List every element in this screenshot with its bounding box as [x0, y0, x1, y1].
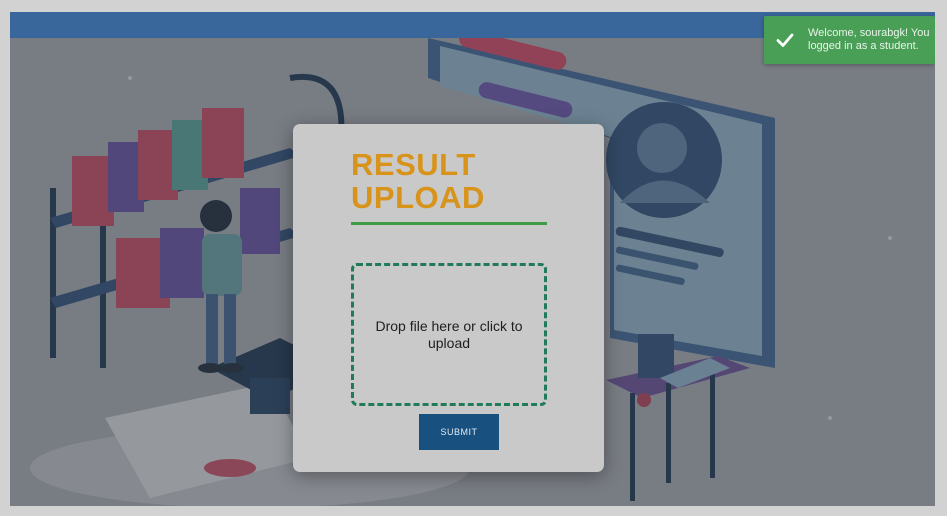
dropzone-label: Drop file here or click to upload	[375, 317, 523, 351]
checkmark-icon	[776, 33, 794, 47]
file-dropzone[interactable]: Drop file here or click to upload	[351, 263, 547, 406]
submit-button[interactable]: SUBMIT	[419, 414, 499, 450]
toast-message-line2: logged in as a student.	[808, 40, 919, 52]
toast-message-line1: Welcome, sourabgk! You	[808, 27, 930, 39]
browser-viewport: Welcome, sourabgk! You logged in as a st…	[10, 12, 935, 506]
toast-message: Welcome, sourabgk! You logged in as a st…	[808, 27, 929, 53]
title-underline-divider	[351, 222, 547, 225]
modal-title: RESULT UPLOAD	[351, 148, 581, 214]
modal-title-line2: UPLOAD	[351, 180, 485, 215]
result-upload-modal: RESULT UPLOAD Drop file here or click to…	[293, 124, 604, 472]
welcome-toast[interactable]: Welcome, sourabgk! You logged in as a st…	[764, 16, 935, 64]
modal-title-line1: RESULT	[351, 147, 476, 182]
